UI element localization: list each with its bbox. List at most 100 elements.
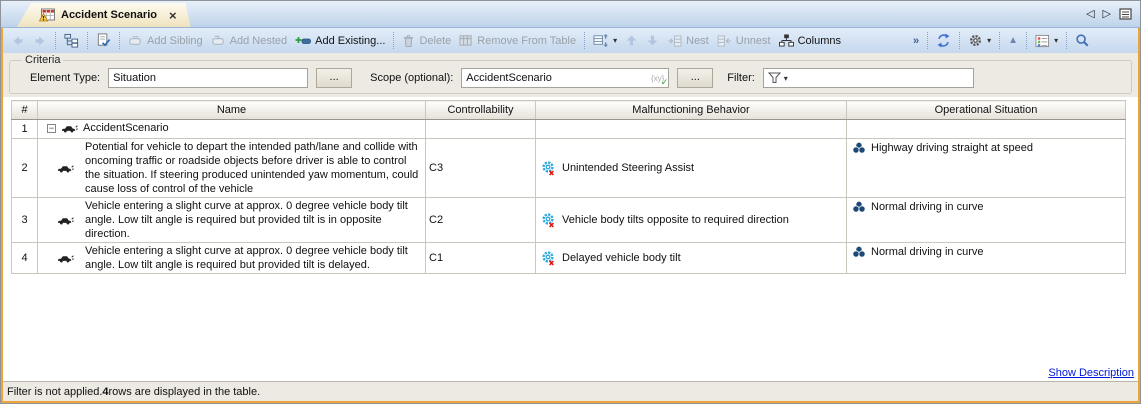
accident-scenario-window: Accident Scenario × ◁ ▷ (0, 0, 1141, 404)
gear-icon (968, 33, 983, 48)
malfunctioning-behavior-cell[interactable]: Delayed vehicle body tilt (536, 243, 847, 274)
add-sibling-label: Add Sibling (147, 35, 203, 47)
accident-scenario-icon (57, 163, 74, 173)
root-node[interactable]: − Accid (41, 121, 422, 135)
toolbar-separator (87, 32, 88, 49)
collapse-icon: ▲ (1008, 35, 1018, 46)
move-up-button[interactable] (621, 32, 642, 49)
collapse-minus-icon[interactable]: − (47, 124, 56, 133)
document-check-icon (96, 33, 111, 48)
tab-bar: Accident Scenario × ◁ ▷ (1, 1, 1140, 28)
remove-from-table-button[interactable]: Remove From Table (455, 32, 580, 49)
legend-button[interactable]: ▾ (1031, 32, 1062, 50)
controllability-cell[interactable]: C3 (426, 139, 536, 198)
row-number-cell[interactable]: 1 (12, 120, 38, 139)
column-header-operational-situation[interactable]: Operational Situation (847, 101, 1126, 120)
empty-cell[interactable] (426, 120, 536, 139)
column-header-number[interactable]: # (12, 101, 38, 120)
move-down-button[interactable] (642, 32, 663, 49)
toolbar-overflow-chevron[interactable]: » (909, 35, 923, 47)
add-existing-icon (295, 35, 311, 47)
expression-xy-icon: {xy} ✓ (651, 74, 664, 83)
malfunctioning-behavior-icon (541, 212, 557, 228)
malfunctioning-behavior-cell[interactable]: Unintended Steering Assist (536, 139, 847, 198)
scope-browse-button[interactable]: ... (677, 68, 713, 88)
scroll-tabs-right-icon[interactable]: ▷ (1103, 7, 1111, 20)
tab-close-icon[interactable]: × (169, 8, 177, 23)
column-header-controllability[interactable]: Controllability (426, 101, 536, 120)
table-row: 2 (12, 139, 1126, 198)
add-existing-button[interactable]: Add Existing... (291, 33, 389, 49)
table-warning-icon (39, 8, 55, 22)
display-mode-button[interactable]: ▾ (589, 31, 621, 50)
search-button[interactable] (1071, 31, 1094, 50)
scroll-tabs-left-icon[interactable]: ◁ (1086, 7, 1094, 20)
tab-accident-scenario[interactable]: Accident Scenario × (17, 3, 191, 27)
unnest-button[interactable]: Unnest (713, 33, 775, 49)
header-row: # Name Controllability Malfunctioning Be… (12, 101, 1126, 120)
operational-situation-icon (852, 141, 866, 155)
filter-field[interactable]: ▾ (763, 68, 974, 88)
toolbar-separator (55, 32, 56, 49)
forward-button[interactable] (29, 32, 51, 50)
options-button[interactable]: ▾ (964, 31, 995, 50)
show-description-link[interactable]: Show Description (1048, 367, 1134, 379)
columns-icon (779, 34, 794, 47)
controllability-cell[interactable]: C1 (426, 243, 536, 274)
row-number-cell[interactable]: 4 (12, 243, 38, 274)
tab-list-icon[interactable] (1119, 8, 1132, 20)
refresh-icon (936, 33, 951, 48)
operational-situation-cell[interactable]: Normal driving in curve (847, 198, 1126, 243)
malfunctioning-behavior-icon (541, 160, 557, 176)
row-number-cell[interactable]: 3 (12, 198, 38, 243)
element-type-value: Situation (113, 72, 156, 84)
element-type-browse-button[interactable]: ... (316, 68, 352, 88)
status-text-suffix: rows are displayed in the table. (109, 386, 261, 398)
active-pane-frame: Add Sibling Add Nested A (1, 28, 1140, 403)
name-cell[interactable]: Vehicle entering a slight curve at appro… (38, 243, 426, 274)
accident-scenario-icon (57, 253, 74, 263)
criteria-legend: Criteria (22, 54, 63, 66)
name-cell[interactable]: Potential for vehicle to depart the inte… (38, 139, 426, 198)
add-nested-button[interactable]: Add Nested (207, 33, 291, 49)
column-header-malfunctioning-behavior[interactable]: Malfunctioning Behavior (536, 101, 847, 120)
toolbar-separator (584, 32, 585, 49)
back-button[interactable] (7, 32, 29, 50)
column-header-name[interactable]: Name (38, 101, 426, 120)
table-row: 4 (12, 243, 1126, 274)
add-existing-label: Add Existing... (315, 35, 385, 47)
unnest-label: Unnest (736, 35, 771, 47)
add-sibling-button[interactable]: Add Sibling (124, 33, 207, 49)
root-node-label: AccidentScenario (83, 121, 169, 135)
open-in-containment-tree-button[interactable] (60, 31, 83, 50)
controllability-cell[interactable]: C2 (426, 198, 536, 243)
tab-scroll-controls: ◁ ▷ (1086, 7, 1140, 26)
filter-funnel-icon (768, 72, 781, 84)
columns-button[interactable]: Columns (775, 32, 845, 49)
toolbar-separator (1066, 32, 1067, 49)
unnest-icon (717, 35, 732, 47)
delete-label: Delete (419, 35, 451, 47)
nest-button[interactable]: Nest (663, 33, 713, 49)
empty-cell[interactable] (847, 120, 1126, 139)
operational-situation-cell[interactable]: Highway driving straight at speed (847, 139, 1126, 198)
name-cell[interactable]: Vehicle entering a slight curve at appro… (38, 198, 426, 243)
chevron-down-icon: ▾ (1054, 36, 1058, 45)
operational-situation-cell[interactable]: Normal driving in curve (847, 243, 1126, 274)
malfunctioning-behavior-cell[interactable]: Vehicle body tilts opposite to required … (536, 198, 847, 243)
criteria-panel: Criteria Element Type: Situation ... Sco… (3, 53, 1138, 97)
row-number-cell[interactable]: 2 (12, 139, 38, 198)
validate-button[interactable] (92, 31, 115, 50)
table-row: 3 (12, 198, 1126, 243)
delete-button[interactable]: Delete (398, 32, 455, 50)
scope-field[interactable]: AccidentScenario {xy} ✓ (461, 68, 669, 88)
rows-display-icon (593, 33, 609, 48)
collapse-criteria-button[interactable]: ▲ (1004, 33, 1022, 48)
element-type-field[interactable]: Situation (108, 68, 308, 88)
refresh-button[interactable] (932, 31, 955, 50)
add-nested-icon (211, 35, 226, 47)
empty-cell[interactable] (536, 120, 847, 139)
criteria-groupbox: Criteria Element Type: Situation ... Sco… (9, 54, 1132, 94)
malfunctioning-behavior-icon (541, 250, 557, 266)
toolbar-separator (959, 32, 960, 49)
